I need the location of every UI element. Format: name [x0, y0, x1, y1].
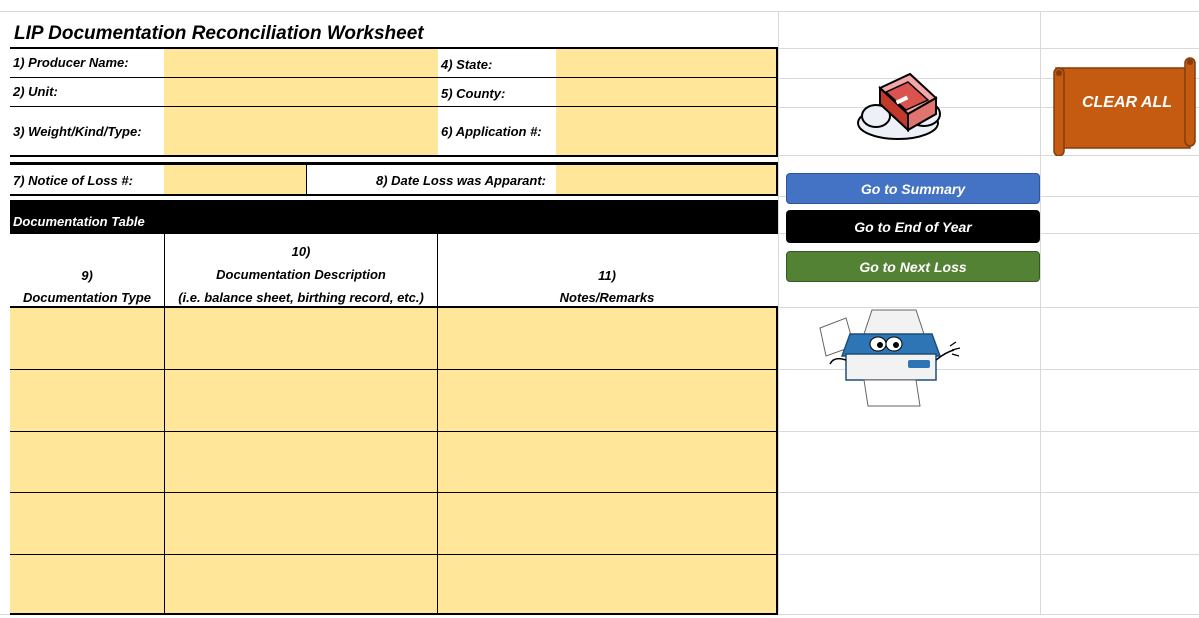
grid-line	[778, 492, 1199, 493]
col-notes-number: 11)	[598, 268, 616, 283]
col-notes-label: Notes/Remarks	[559, 290, 655, 305]
unit-label: 2) Unit:	[13, 84, 58, 99]
page-title: LIP Documentation Reconciliation Workshe…	[14, 23, 424, 44]
eraser-icon[interactable]	[848, 68, 952, 146]
grid-line	[778, 431, 1199, 432]
col-doc-type-label: Documentation Type	[22, 290, 152, 305]
table-row	[10, 369, 778, 370]
table-cell[interactable]	[10, 307, 164, 369]
producer-name-label: 1) Producer Name:	[13, 55, 129, 70]
county-label: 5) County:	[441, 86, 506, 101]
go-to-end-of-year-button[interactable]: Go to End of Year	[786, 210, 1040, 243]
clear-all-button[interactable]: CLEAR ALL	[1052, 56, 1197, 156]
grid-line	[778, 11, 779, 615]
printer-icon[interactable]	[816, 306, 964, 410]
col-doc-type-number: 9)	[81, 268, 93, 283]
go-to-next-loss-button[interactable]: Go to Next Loss	[786, 251, 1040, 282]
state-label: 4) State:	[441, 57, 493, 72]
col-doc-description-number: 10)	[291, 244, 311, 259]
col-doc-description-hint: (i.e. balance sheet, birthing record, et…	[178, 290, 424, 305]
grid-line	[1040, 11, 1041, 615]
col-doc-description-label: Documentation Description	[216, 267, 386, 282]
weight-kind-type-label: 3) Weight/Kind/Type:	[13, 124, 142, 139]
notice-of-loss-label: 7) Notice of Loss #:	[13, 173, 133, 188]
producer-input-block[interactable]	[164, 49, 438, 156]
date-loss-apparent-label: 8) Date Loss was Apparant:	[376, 173, 547, 188]
documentation-table-title: Documentation Table	[13, 214, 145, 229]
grid-line	[778, 554, 1199, 555]
notice-of-loss-input[interactable]	[164, 165, 307, 195]
grid-line	[0, 11, 1199, 12]
go-to-summary-button[interactable]: Go to Summary	[786, 173, 1040, 204]
table-row	[10, 554, 778, 555]
grid-line	[778, 48, 1199, 49]
table-row	[10, 431, 778, 432]
date-loss-apparent-input[interactable]	[556, 165, 776, 195]
location-input-block[interactable]	[556, 49, 776, 156]
clear-all-label: CLEAR ALL	[1081, 94, 1173, 111]
application-number-label: 6) Application #:	[441, 124, 542, 139]
table-row	[10, 492, 778, 493]
